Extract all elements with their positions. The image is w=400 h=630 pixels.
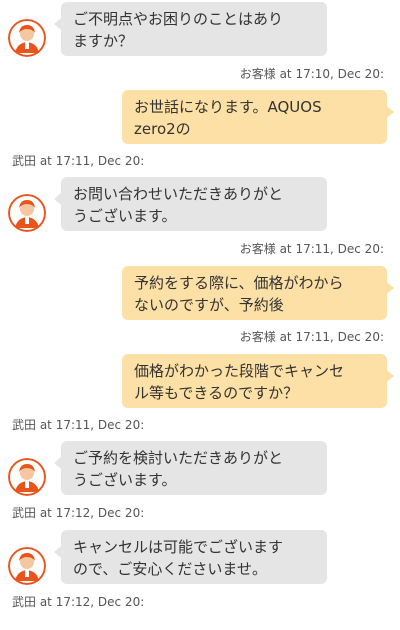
message-meta: お客様 at 17:11, Dec 20: [239,242,384,256]
agent-avatar-icon [8,19,46,57]
message-meta: 武田 at 17:12, Dec 20: [12,595,145,609]
agent-avatar-icon [8,547,46,585]
agent-message: キャンセルは可能でございます ので、ご安心くださいませ。 [54,530,327,584]
user-message: 価格がわかった段階でキャンセ ル等もできるのですか？ [122,354,394,408]
message-meta: 武田 at 17:11, Dec 20: [12,418,145,432]
agent-message: ご予約を検討いただきありがと うございます。 [54,441,327,495]
agent-message: お問い合わせいただきありがと うございます。 [54,177,327,231]
message-meta: お客様 at 17:11, Dec 20: [239,330,384,344]
agent-message: ご不明点やお困りのことはあり ますか？ [54,2,327,56]
chat-log: ご不明点やお困りのことはあり ますか？ お客様 at 17:10, Dec 20… [0,0,400,630]
user-message: お世話になります。AQUOS zero2の [122,90,394,144]
message-meta: お客様 at 17:10, Dec 20: [239,67,384,81]
agent-avatar-icon [8,458,46,496]
user-message: 予約をする際に、価格がわから ないのですが、予約後 [122,266,394,320]
message-meta: 武田 at 17:11, Dec 20: [12,154,145,168]
agent-avatar-icon [8,194,46,232]
message-meta: 武田 at 17:12, Dec 20: [12,506,145,520]
